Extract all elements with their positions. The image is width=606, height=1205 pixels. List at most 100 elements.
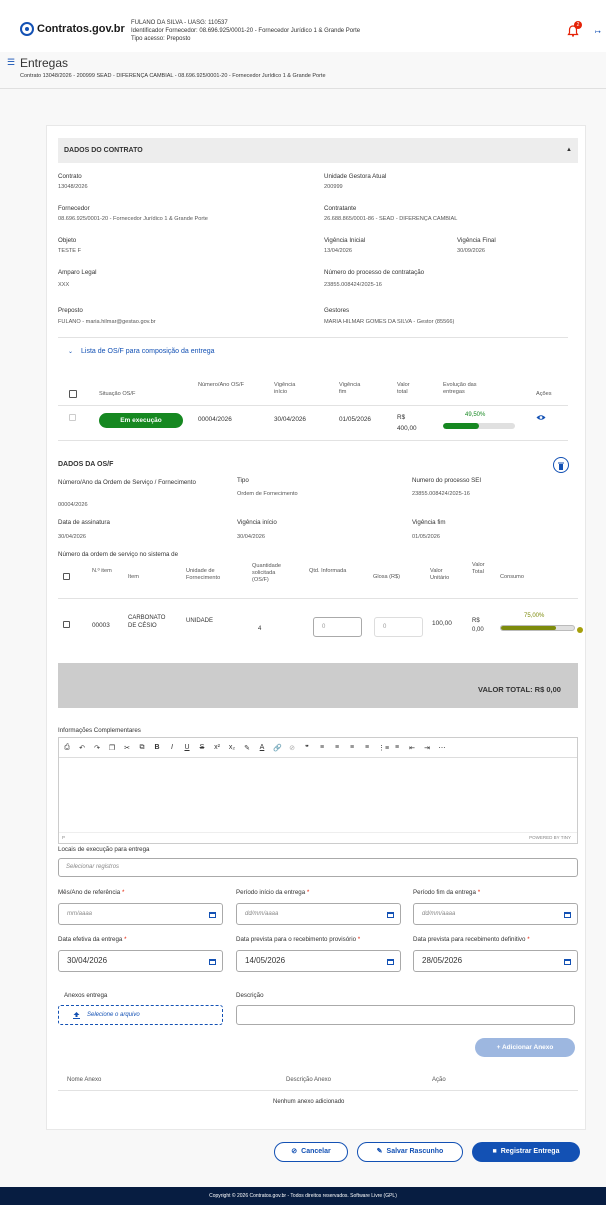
item-consumo-bar: [500, 625, 575, 631]
col-acao: Ação: [432, 1077, 446, 1083]
rich-text-editor[interactable]: ⎙ ↶ ↷ ❐ ✂ ⧉ B I U S x² x₂ ✎ A 🔗 ⊘ ❞ ≡ ≡ …: [58, 737, 578, 844]
underline-icon[interactable]: U: [183, 744, 191, 751]
calendar-icon[interactable]: [387, 958, 394, 965]
strikethrough-icon[interactable]: S: [198, 744, 206, 751]
data-prov-value: 14/05/2026: [245, 956, 286, 965]
os-list-toggle[interactable]: ⌄ Lista de OS/F para composição da entreg…: [68, 348, 215, 355]
osf-section-title: DADOS DA OS/F: [58, 461, 114, 468]
field-label-unidade: Unidade Gestora Atual: [324, 173, 387, 180]
total-value: VALOR TOTAL: R$ 0,00: [478, 685, 561, 694]
progress-fill: [443, 423, 479, 429]
descricao-input[interactable]: [236, 1005, 575, 1025]
superscript-icon[interactable]: x²: [213, 744, 221, 751]
quote-icon[interactable]: ❞: [303, 744, 311, 752]
select-all-items-checkbox[interactable]: [63, 573, 70, 580]
osf-label-vig-fim: Vigência fim: [412, 519, 446, 526]
col-valor-unitario: Valor Unitário: [430, 568, 450, 581]
locais-select[interactable]: Selecionar registros: [58, 858, 578, 877]
notification-badge: 2: [574, 21, 582, 29]
numbered-list-icon[interactable]: ≡: [393, 744, 401, 751]
field-value-amparo: XXX: [58, 282, 70, 288]
align-justify-icon[interactable]: ≡: [363, 744, 371, 751]
field-value-processo: 23855.008424/2025-16: [324, 282, 382, 288]
row-checkbox[interactable]: [69, 414, 76, 421]
osf-label-sei: Numero do processo SEI: [412, 477, 482, 484]
field-value-objeto: TESTE F: [58, 248, 81, 254]
select-all-checkbox[interactable]: [69, 390, 77, 398]
bold-icon[interactable]: B: [153, 744, 161, 751]
unlink-icon[interactable]: ⊘: [288, 744, 296, 752]
calendar-icon[interactable]: [387, 911, 394, 918]
cancel-button[interactable]: ⊘ Cancelar: [274, 1142, 348, 1162]
more-icon[interactable]: ⋯: [438, 744, 446, 752]
col-situacao: Situação OS/F: [99, 391, 136, 397]
cancel-circle-icon: ⊘: [291, 1148, 298, 1155]
file-upload-button[interactable]: Selecione o arquivo: [58, 1005, 223, 1025]
anexos-label: Anexos entrega: [64, 992, 108, 999]
osf-label-assinatura: Data de assinatura: [58, 519, 110, 526]
font-color-icon[interactable]: A: [258, 744, 266, 751]
cut-icon[interactable]: ✂: [123, 744, 131, 752]
col-item-num: N.º item: [92, 568, 112, 574]
calendar-icon[interactable]: [564, 958, 571, 965]
os-numero: 00004/2026: [198, 416, 232, 423]
page-subtitle: Contrato 13048/2026 - 200999 SEAD - DIFE…: [20, 73, 326, 79]
italic-icon[interactable]: I: [168, 744, 176, 751]
info-label: Informações Complementares: [58, 727, 141, 734]
osf-value-vig-inicio: 30/04/2026: [237, 534, 265, 540]
save-draft-button[interactable]: ✎ Salvar Rascunho: [357, 1142, 463, 1162]
redo-icon[interactable]: ↷: [93, 744, 101, 752]
qtd-informada-input[interactable]: 0: [313, 617, 362, 637]
item-valor-total: R$ 0,00: [472, 618, 484, 633]
glosa-input[interactable]: 0: [374, 617, 423, 637]
field-label-fornecedor: Fornecedor: [58, 205, 90, 212]
caret-up-icon[interactable]: ▲: [566, 147, 572, 153]
periodo-fim-input[interactable]: dd/mm/aaaa: [413, 903, 578, 925]
hamburger-menu-icon[interactable]: ☰: [7, 57, 15, 68]
field-value-preposto: FULANO - maria.hilmar@gestao.gov.br: [58, 319, 156, 325]
user-name: FULANO DA SILVA - UASG: 110537: [131, 20, 228, 26]
logout-icon[interactable]: ↦: [595, 28, 601, 36]
data-efetiva-input[interactable]: 30/04/2026: [58, 950, 223, 972]
item-checkbox[interactable]: [63, 621, 70, 628]
outdent-icon[interactable]: ⇤: [408, 744, 416, 752]
periodo-fim-label: Período fim da entrega *: [413, 889, 481, 896]
copy-icon[interactable]: ❐: [108, 744, 116, 752]
field-label-objeto: Objeto: [58, 237, 77, 244]
mes-ano-input[interactable]: mm/aaaa: [58, 903, 223, 925]
col-qtd-informada: Qtd. Informada: [309, 568, 347, 574]
calendar-icon[interactable]: [209, 958, 216, 965]
delete-osf-button[interactable]: [553, 457, 569, 473]
field-value-contratante: 26.688.865/0001-86 - SEAD - DIFERENÇA CA…: [324, 216, 458, 222]
data-def-input[interactable]: 28/05/2026: [413, 950, 578, 972]
add-anexo-button[interactable]: + Adicionar Anexo: [475, 1038, 575, 1057]
align-center-icon[interactable]: ≡: [333, 744, 341, 751]
align-left-icon[interactable]: ≡: [318, 744, 326, 751]
undo-icon[interactable]: ↶: [78, 744, 86, 752]
indent-icon[interactable]: ⇥: [423, 744, 431, 752]
data-prov-input[interactable]: 14/05/2026: [236, 950, 401, 972]
calendar-icon[interactable]: [209, 911, 216, 918]
col-item: Item: [128, 574, 139, 580]
align-right-icon[interactable]: ≡: [348, 744, 356, 751]
bullet-list-icon[interactable]: ⋮≡: [378, 744, 389, 752]
highlight-icon[interactable]: ✎: [243, 744, 251, 752]
locais-placeholder: Selecionar registros: [66, 864, 120, 870]
paste-icon[interactable]: ⧉: [138, 744, 146, 752]
subscript-icon[interactable]: x₂: [228, 744, 236, 751]
field-label-contrato: Contrato: [58, 173, 82, 180]
eye-icon[interactable]: [536, 414, 546, 421]
mes-ano-placeholder: mm/aaaa: [67, 911, 93, 917]
logo[interactable]: Contratos.gov.br: [20, 22, 125, 36]
data-efetiva-label: Data efetiva da entrega *: [58, 936, 127, 943]
link-icon[interactable]: 🔗: [273, 744, 282, 752]
info-icon[interactable]: [577, 627, 583, 633]
data-prov-label: Data prevista para o recebimento provisó…: [236, 936, 361, 943]
field-label-processo: Número do processo de contratação: [324, 269, 425, 276]
periodo-inicio-input[interactable]: dd/mm/aaaa: [236, 903, 401, 925]
divider: [58, 405, 568, 406]
os-evolucao-label: 49,50%: [465, 412, 486, 418]
calendar-icon[interactable]: [564, 911, 571, 918]
print-icon[interactable]: ⎙: [63, 744, 71, 752]
register-delivery-button[interactable]: ■ Registrar Entrega: [472, 1142, 580, 1162]
